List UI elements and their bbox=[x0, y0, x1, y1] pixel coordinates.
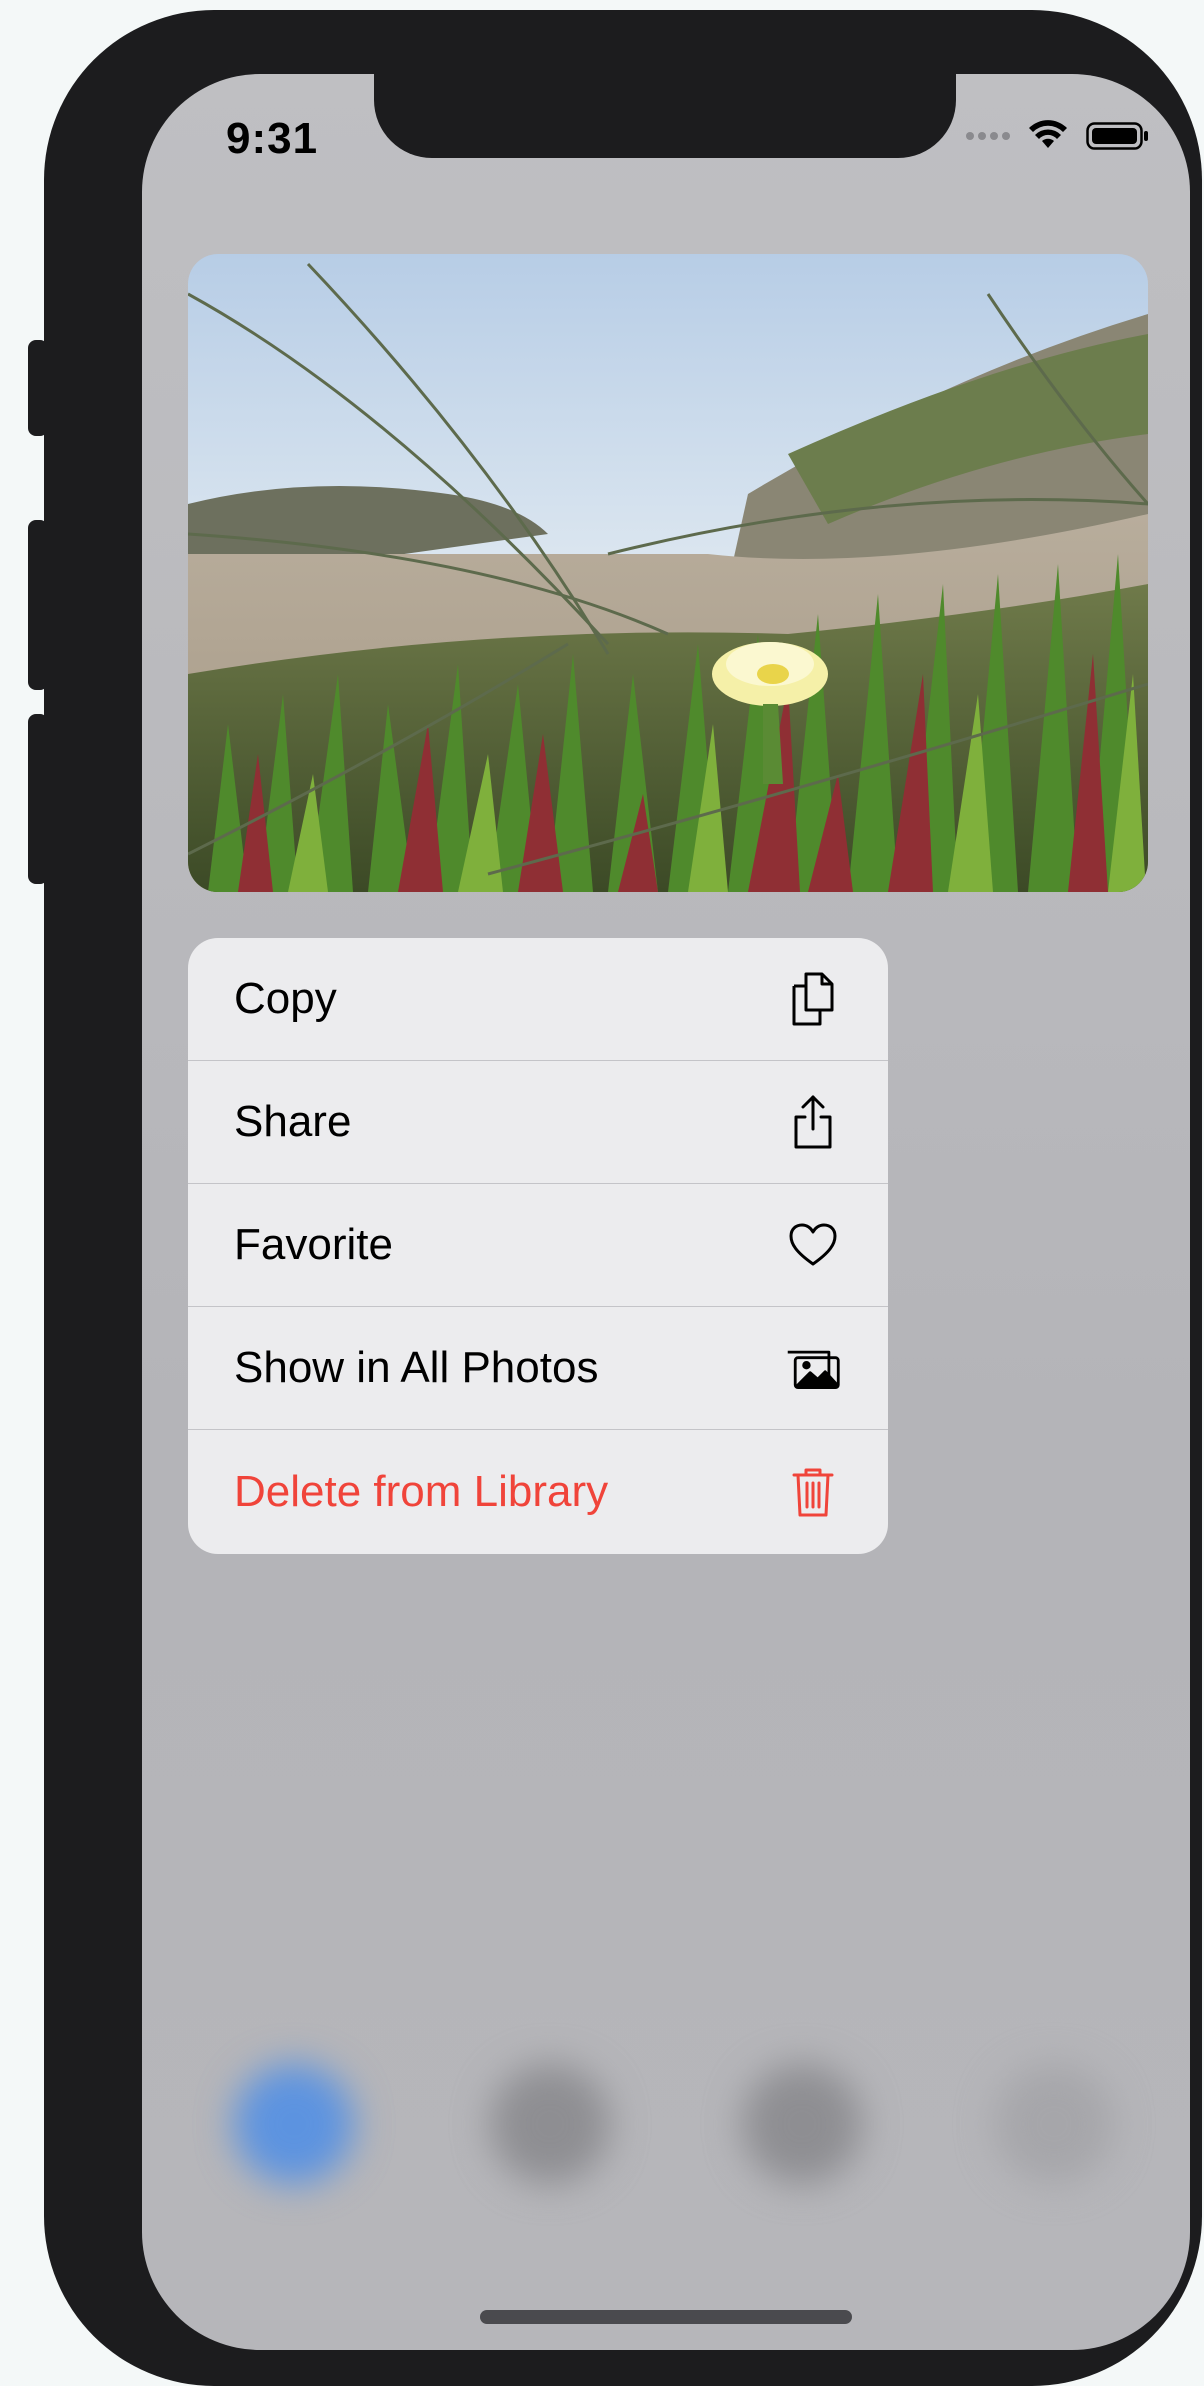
share-icon bbox=[784, 1093, 842, 1151]
signal-dots-icon bbox=[966, 132, 1010, 140]
home-indicator[interactable] bbox=[480, 2310, 852, 2324]
menu-item-label: Copy bbox=[234, 974, 337, 1023]
tab-icon-blur bbox=[742, 2064, 862, 2184]
volume-up-button bbox=[28, 520, 48, 690]
status-indicators bbox=[966, 120, 1150, 152]
menu-item-copy[interactable]: Copy bbox=[188, 938, 888, 1061]
tab-icon-blur bbox=[490, 2064, 610, 2184]
notch bbox=[374, 74, 956, 158]
heart-icon bbox=[784, 1216, 842, 1274]
menu-item-label: Delete from Library bbox=[234, 1466, 609, 1516]
mute-switch bbox=[28, 340, 48, 436]
battery-icon bbox=[1086, 122, 1148, 150]
volume-down-button bbox=[28, 714, 48, 884]
device-frame: 9:31 Copy Share Favorite Show in All Pho… bbox=[28, 10, 1202, 2386]
screen: 9:31 Copy Share Favorite Show in All Pho… bbox=[142, 74, 1190, 2350]
copy-icon bbox=[784, 970, 842, 1028]
tab-icon-blur bbox=[234, 2064, 354, 2184]
menu-item-delete-from-library[interactable]: Delete from Library bbox=[188, 1430, 888, 1553]
status-time: 9:31 bbox=[226, 114, 319, 163]
blurred-tab-bar bbox=[142, 2004, 1190, 2244]
menu-item-show-in-all-photos[interactable]: Show in All Photos bbox=[188, 1307, 888, 1430]
menu-item-label: Show in All Photos bbox=[234, 1343, 599, 1392]
menu-item-favorite[interactable]: Favorite bbox=[188, 1184, 888, 1307]
tab-icon-blur bbox=[994, 2064, 1114, 2184]
trash-icon bbox=[784, 1463, 842, 1521]
menu-item-label: Share bbox=[234, 1097, 352, 1146]
menu-item-label: Favorite bbox=[234, 1220, 393, 1269]
wifi-icon bbox=[1029, 120, 1067, 148]
context-menu: Copy Share Favorite Show in All Photos D… bbox=[188, 938, 888, 1554]
photo-preview[interactable] bbox=[188, 254, 1148, 892]
photos-icon bbox=[784, 1339, 842, 1397]
menu-item-share[interactable]: Share bbox=[188, 1061, 888, 1184]
